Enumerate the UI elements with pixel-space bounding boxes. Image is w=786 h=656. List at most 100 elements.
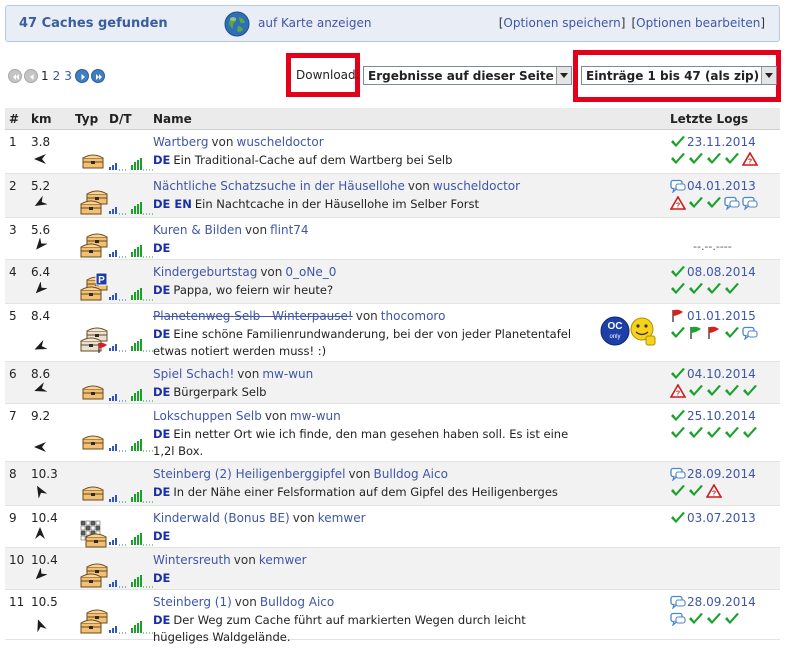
chevron-down-icon[interactable]: [556, 67, 571, 84]
cache-name-link[interactable]: Steinberg (1): [153, 595, 232, 609]
entries-range-select[interactable]: Einträge 1 bis 47 (als zip): [581, 66, 777, 85]
difficulty-terrain-icon: [109, 533, 155, 547]
last-log-date-link[interactable]: 28.09.2014: [687, 467, 756, 481]
row-distance: 10.5: [31, 595, 58, 609]
check-icon[interactable]: [724, 282, 740, 299]
check-icon[interactable]: [706, 612, 722, 629]
check-icon[interactable]: [688, 426, 704, 443]
direction-arrow-icon: [33, 526, 47, 540]
check-icon[interactable]: [724, 326, 740, 343]
cache-name-link[interactable]: Spiel Schach!: [153, 367, 234, 381]
last-log-date-link[interactable]: 04.01.2013: [687, 179, 756, 193]
prev-page-icon: [24, 69, 38, 83]
check-icon[interactable]: [706, 282, 722, 299]
check-icon[interactable]: [688, 196, 704, 213]
row-distance: 10.4: [31, 511, 58, 525]
check-icon[interactable]: [724, 612, 740, 629]
check-icon[interactable]: [670, 326, 686, 343]
check-icon[interactable]: [742, 426, 758, 443]
cache-name-link[interactable]: Planetenweg Selb - Winterpause!: [153, 309, 353, 323]
check-icon[interactable]: [670, 152, 686, 169]
cache-owner-link[interactable]: kemwer: [318, 511, 366, 525]
note-icon[interactable]: [742, 326, 758, 343]
flag-red-icon: [670, 309, 686, 326]
cache-owner-link[interactable]: wuscheldoctor: [237, 135, 324, 149]
edit-options-link[interactable]: Optionen bearbeiten: [636, 16, 760, 30]
cache-owner-link[interactable]: thocomoro: [381, 309, 446, 323]
row-number: 3: [9, 223, 17, 237]
language-codes: DE: [153, 327, 171, 341]
direction-arrow-icon: [33, 152, 47, 166]
results-scope-select[interactable]: Ergebnisse auf dieser Seite: [363, 66, 572, 85]
svg-text:?: ?: [748, 159, 752, 166]
page-3[interactable]: 3: [64, 69, 72, 83]
check-icon: [670, 135, 686, 152]
first-page-icon: [8, 69, 22, 83]
table-row: 6 8.6 Spiel Schach! von mw-wun DE Bürgerpark S…: [5, 362, 780, 404]
table-row: 11 10.5 Steinberg (1) von Bulldog Aico DE Der …: [5, 590, 780, 644]
cache-name-link[interactable]: Wintersreuth: [153, 553, 231, 567]
recent-logs: ?: [670, 152, 758, 169]
cache-name-line: Kinderwald (Bonus BE) von kemwer: [153, 511, 366, 525]
check-icon[interactable]: [670, 282, 686, 299]
check-icon[interactable]: [688, 384, 704, 401]
cache-owner-link[interactable]: Bulldog Aico: [260, 595, 334, 609]
cache-description: DE Ein Traditional-Cache auf dem Wartberg…: [153, 152, 583, 169]
cache-name-link[interactable]: Kuren & Bilden: [153, 223, 242, 237]
cache-description: DE EN Ein Nachtcache in der Häusellohe im…: [153, 196, 583, 213]
check-icon[interactable]: [688, 484, 704, 501]
note-icon[interactable]: [670, 612, 686, 629]
cache-owner-link[interactable]: wuscheldoctor: [433, 179, 520, 193]
check-icon[interactable]: [742, 384, 758, 401]
check-icon[interactable]: [706, 152, 722, 169]
last-log-date-link[interactable]: 23.11.2014: [687, 135, 756, 149]
chevron-down-icon[interactable]: [761, 67, 776, 84]
cache-owner-link[interactable]: 0_oNe_0: [285, 265, 336, 279]
check-icon[interactable]: [706, 196, 722, 213]
check-icon[interactable]: [688, 612, 704, 629]
check-icon[interactable]: [724, 384, 740, 401]
flag-green-icon[interactable]: [688, 326, 704, 343]
flag-red-icon[interactable]: [706, 326, 722, 343]
note-icon[interactable]: [724, 196, 740, 213]
check-icon[interactable]: [670, 484, 686, 501]
last-log-date: 28.09.2014: [670, 595, 756, 612]
last-page-icon[interactable]: [90, 69, 105, 83]
dnf-icon[interactable]: ?: [706, 484, 722, 501]
check-icon[interactable]: [688, 282, 704, 299]
cache-name-link[interactable]: Wartberg: [153, 135, 208, 149]
cache-name-link[interactable]: Lokschuppen Selb: [153, 409, 262, 423]
cache-owner-link[interactable]: kemwer: [259, 553, 307, 567]
cache-owner-link[interactable]: mw-wun: [262, 367, 313, 381]
cache-name-link[interactable]: Steinberg (2) Heiligenberggipfel: [153, 467, 345, 481]
check-icon[interactable]: [724, 152, 740, 169]
cache-owner-link[interactable]: Bulldog Aico: [374, 467, 448, 481]
last-log-date-link[interactable]: 25.10.2014: [687, 409, 756, 423]
last-log-date-link[interactable]: 03.07.2013: [687, 511, 756, 525]
last-log-date-link[interactable]: 08.08.2014: [687, 265, 756, 279]
dnf-icon[interactable]: ?: [670, 384, 686, 401]
multi-cache-parking-icon: P: [79, 272, 108, 302]
page-2[interactable]: 2: [53, 69, 61, 83]
cache-name-link[interactable]: Kindergeburtstag: [153, 265, 257, 279]
note-icon[interactable]: [742, 196, 758, 213]
cache-short-description: Bürgerpark Selb: [173, 385, 267, 399]
check-icon[interactable]: [688, 152, 704, 169]
map-link[interactable]: auf Karte anzeigen: [258, 16, 371, 30]
cache-owner-link[interactable]: mw-wun: [290, 409, 341, 423]
check-icon[interactable]: [724, 426, 740, 443]
dnf-icon[interactable]: ?: [670, 196, 686, 213]
globe-icon[interactable]: [224, 11, 250, 37]
check-icon[interactable]: [706, 426, 722, 443]
last-log-date-link[interactable]: 01.01.2015: [687, 309, 756, 323]
next-page-icon[interactable]: [74, 69, 89, 83]
dnf-icon[interactable]: ?: [742, 152, 758, 169]
check-icon[interactable]: [670, 426, 686, 443]
last-log-date-link[interactable]: 04.10.2014: [687, 367, 756, 381]
cache-owner-link[interactable]: flint74: [270, 223, 308, 237]
cache-name-link[interactable]: Kinderwald (Bonus BE): [153, 511, 290, 525]
check-icon[interactable]: [706, 384, 722, 401]
save-options-link[interactable]: Optionen speichern: [503, 16, 620, 30]
cache-name-link[interactable]: Nächtliche Schatzsuche in der Häusellohe: [153, 179, 405, 193]
last-log-date-link[interactable]: 28.09.2014: [687, 595, 756, 609]
